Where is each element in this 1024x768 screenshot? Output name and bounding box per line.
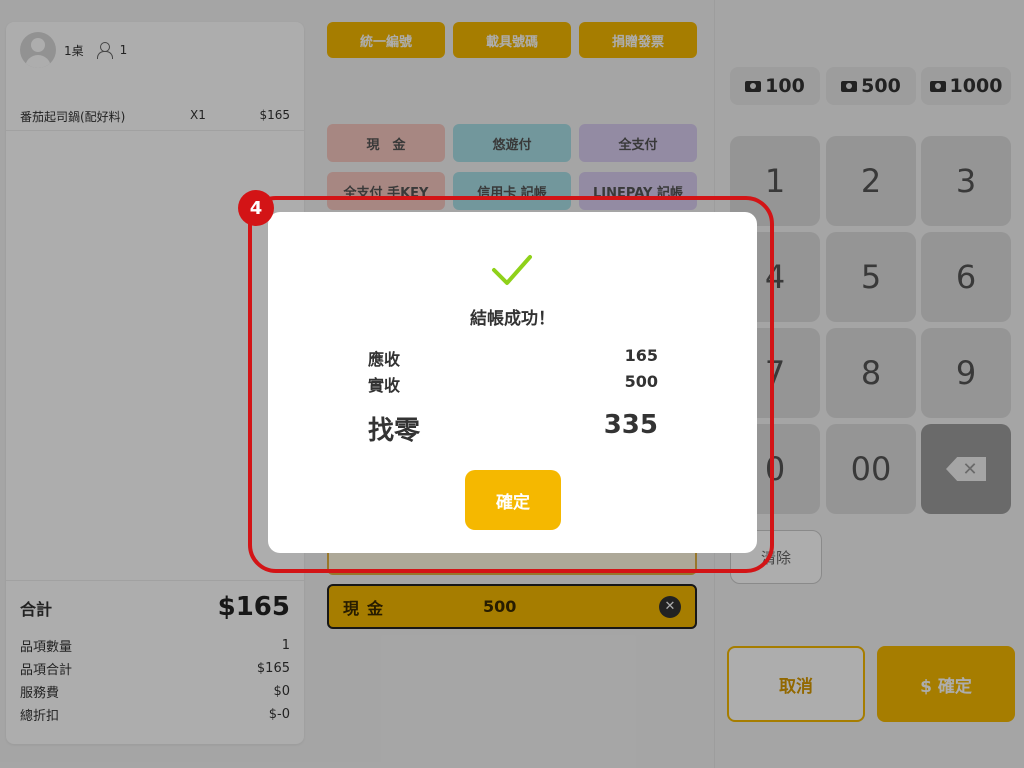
- dialog-confirm-button[interactable]: 確定: [465, 470, 561, 530]
- amount-paid-row: 實收 500: [368, 372, 658, 396]
- amount-due-label: 應收: [368, 350, 401, 369]
- checkmark-icon: [492, 255, 532, 285]
- annotation-badge: 4: [238, 190, 274, 226]
- dialog-title: 結帳成功！: [470, 309, 555, 329]
- amount-due-value: 165: [624, 346, 658, 365]
- change-label: 找零: [368, 416, 421, 446]
- amount-due-row: 應收 165: [368, 346, 658, 370]
- pos-checkout-screen: 1桌 1 番茄起司鍋(配好料) X1 $165 合計 $165 品項數量 1 品…: [0, 0, 1024, 768]
- amount-paid-value: 500: [624, 372, 658, 391]
- change-row: 找零 335: [368, 410, 658, 447]
- checkout-success-dialog: 結帳成功！ 應收 165 實收 500 找零 335 確定: [268, 212, 757, 553]
- change-value: 335: [603, 410, 658, 440]
- amount-paid-label: 實收: [368, 376, 401, 395]
